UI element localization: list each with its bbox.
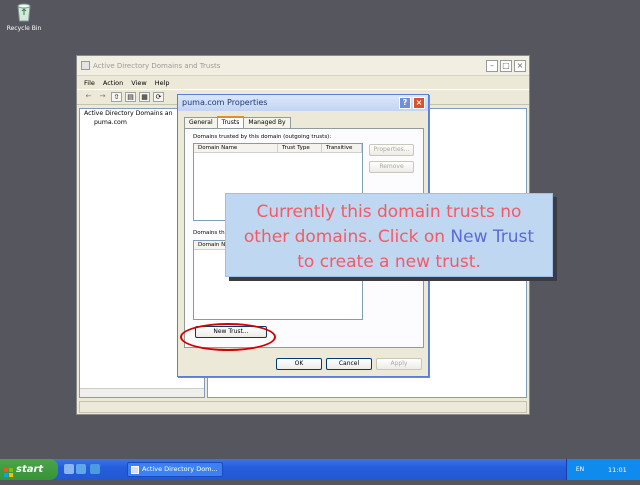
dialog-titlebar[interactable]: puma.com Properties ? × [178,95,428,111]
close-button[interactable]: × [514,60,526,72]
taskbar-item-label: Active Directory Dom... [142,465,218,473]
callout-highlight: New Trust [450,227,535,247]
menu-bar: File Action View Help [77,76,529,89]
app-icon [81,61,90,70]
recycle-bin-label: Recycle Bin [6,25,42,32]
tab-trusts[interactable]: Trusts [216,116,245,128]
highlight-ring [180,323,276,351]
media-player-icon[interactable] [90,464,100,474]
menu-view[interactable]: View [131,79,146,89]
incoming-trusts-label: Domains th [193,230,225,236]
refresh-icon[interactable]: ⟳ [153,92,164,102]
help-button[interactable]: ? [399,97,411,109]
start-label: start [16,464,44,475]
properties-icon[interactable]: ▦ [139,92,150,102]
apply-button[interactable]: Apply [376,358,422,370]
taskbar-item-ad-domains[interactable]: Active Directory Dom... [127,462,223,477]
menu-help[interactable]: Help [155,79,170,89]
remove-button[interactable]: Remove [369,161,414,173]
ok-button[interactable]: OK [276,358,322,370]
main-titlebar[interactable]: Active Directory Domains and Trusts – □ … [77,56,529,76]
ie-icon[interactable] [76,464,86,474]
windows-logo-icon [4,464,13,477]
start-button[interactable]: start [0,459,58,480]
recycle-bin-icon [15,2,33,22]
tab-strip: General Trusts Managed By [184,116,291,128]
column-transitive[interactable]: Transitive [322,144,362,152]
menu-file[interactable]: File [84,79,95,89]
mmc-icon [131,466,139,474]
cancel-button[interactable]: Cancel [326,358,372,370]
tutorial-callout: Currently this domain trusts no other do… [225,193,553,277]
recycle-bin-shortcut[interactable]: Recycle Bin [6,2,42,32]
maximize-button[interactable]: □ [500,60,512,72]
language-indicator[interactable]: EN [572,463,588,476]
column-domain-name[interactable]: Domain Name [194,144,278,152]
main-window-title: Active Directory Domains and Trusts [93,62,221,70]
callout-text-part2: to create a new trust. [297,252,481,272]
status-bar [79,401,527,413]
outgoing-trusts-label: Domains trusted by this domain (outgoing… [193,134,332,140]
up-folder-icon[interactable]: ⇧ [111,92,122,102]
tree-scrollbar[interactable] [80,388,204,397]
properties-button[interactable]: Properties... [369,144,414,156]
forward-arrow-icon[interactable]: → [97,92,108,102]
show-desktop-icon[interactable] [64,464,74,474]
tab-general[interactable]: General [184,117,218,128]
back-arrow-icon[interactable]: ← [83,92,94,102]
menu-action[interactable]: Action [103,79,123,89]
dialog-title: puma.com Properties [182,98,268,107]
minimize-button[interactable]: – [486,60,498,72]
show-tree-icon[interactable]: ▤ [125,92,136,102]
tab-managed-by[interactable]: Managed By [243,117,291,128]
column-trust-type[interactable]: Trust Type [278,144,322,152]
clock: 11:01 [608,466,627,474]
dialog-close-button[interactable]: × [413,97,425,109]
